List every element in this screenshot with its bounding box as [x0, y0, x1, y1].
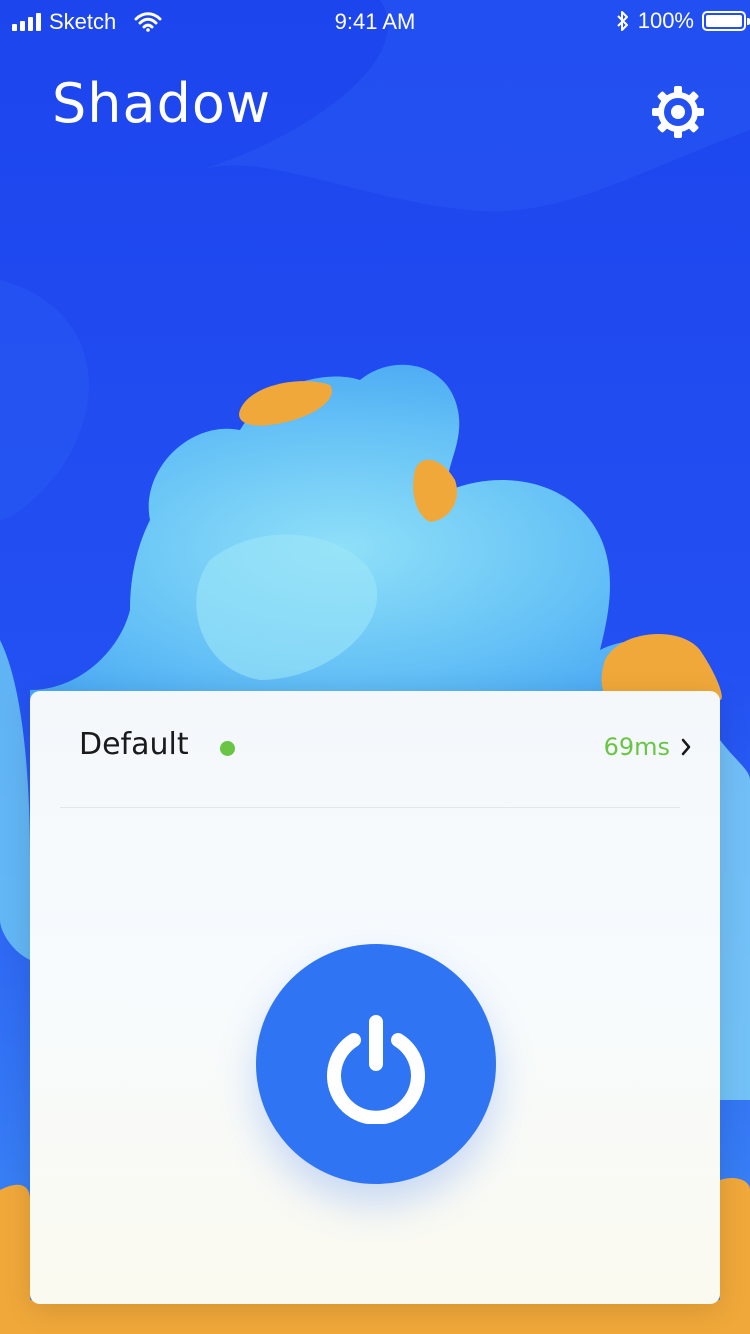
server-status-dot	[220, 741, 235, 756]
server-latency: 69ms	[603, 733, 670, 761]
gear-icon	[652, 86, 704, 138]
server-name: Default	[79, 727, 189, 762]
app-title: Shadow	[52, 72, 272, 135]
power-button[interactable]	[256, 944, 496, 1184]
status-bar: Sketch 9:41 AM 100%	[0, 0, 750, 44]
battery-percent: 100%	[637, 8, 694, 33]
power-icon	[327, 1015, 425, 1124]
bluetooth-icon	[617, 11, 628, 31]
settings-button[interactable]	[650, 84, 710, 140]
status-bar-right: 100%	[616, 8, 750, 34]
connection-card: Default 69ms	[30, 691, 720, 1304]
battery-icon	[702, 11, 750, 31]
server-selector[interactable]: Default 69ms	[30, 691, 720, 807]
chevron-right-icon	[681, 738, 691, 756]
divider	[60, 807, 680, 808]
